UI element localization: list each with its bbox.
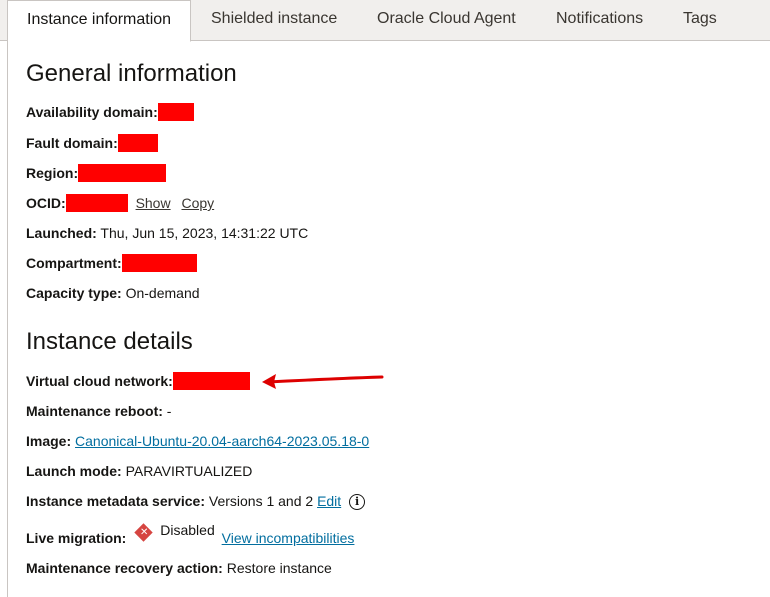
redacted-value <box>121 254 197 273</box>
maintenance-recovery-label: Maintenance recovery action: <box>26 560 223 576</box>
panel-border <box>7 41 8 597</box>
availability-domain-row: Availability domain: <box>26 102 194 122</box>
capacity-type-value: On-demand <box>125 285 200 301</box>
ocid-row: OCID: Show Copy <box>26 193 214 213</box>
capacity-type-row: Capacity type: On-demand <box>26 283 200 303</box>
general-information-heading: General information <box>26 60 237 87</box>
vcn-label: Virtual cloud network: <box>26 373 173 389</box>
disabled-diamond-icon: ✕ <box>134 523 154 543</box>
redacted-value <box>172 372 250 391</box>
redacted-value <box>157 103 194 122</box>
fault-domain-label: Fault domain: <box>26 135 118 151</box>
launched-label: Launched: <box>26 225 97 241</box>
ocid-label: OCID: <box>26 195 66 211</box>
availability-domain-label: Availability domain: <box>26 104 158 120</box>
redacted-value <box>117 134 158 153</box>
tab-shielded-instance[interactable]: Shielded instance <box>211 0 337 41</box>
metadata-service-label: Instance metadata service: <box>26 493 205 509</box>
image-link[interactable]: Canonical-Ubuntu-20.04-aarch64-2023.05.1… <box>75 433 369 449</box>
image-label: Image: <box>26 433 72 449</box>
redacted-value <box>78 164 167 183</box>
tab-tags[interactable]: Tags <box>683 0 717 41</box>
vcn-row: Virtual cloud network: <box>26 371 250 391</box>
capacity-type-label: Capacity type: <box>26 285 122 301</box>
maintenance-reboot-label: Maintenance reboot: <box>26 403 163 419</box>
view-incompatibilities-link[interactable]: View incompatibilities <box>222 530 355 546</box>
launch-mode-value: PARAVIRTUALIZED <box>125 463 253 479</box>
maintenance-reboot-value: - <box>166 403 172 419</box>
tab-bar: Instance information Shielded instance O… <box>0 0 770 42</box>
fault-domain-row: Fault domain: <box>26 133 158 153</box>
region-label: Region: <box>26 165 79 181</box>
instance-details-heading: Instance details <box>26 328 193 355</box>
info-circle-icon[interactable]: i <box>349 494 366 511</box>
maintenance-reboot-row: Maintenance reboot: - <box>26 401 171 421</box>
ocid-copy-link[interactable]: Copy <box>181 195 214 211</box>
metadata-service-row: Instance metadata service: Versions 1 an… <box>26 491 366 511</box>
live-migration-label: Live migration: <box>26 530 127 546</box>
ocid-show-link[interactable]: Show <box>136 195 171 211</box>
compartment-label: Compartment: <box>26 255 122 271</box>
live-migration-value: Disabled <box>160 522 215 538</box>
image-row: Image: Canonical-Ubuntu-20.04-aarch64-20… <box>26 431 369 451</box>
red-arrow-icon <box>262 374 384 389</box>
tab-instance-information[interactable]: Instance information <box>7 0 192 42</box>
metadata-service-value: Versions 1 and 2 <box>208 493 314 509</box>
launch-mode-row: Launch mode: PARAVIRTUALIZED <box>26 461 252 481</box>
launched-value: Thu, Jun 15, 2023, 14:31:22 UTC <box>100 225 309 241</box>
region-row: Region: <box>26 163 167 183</box>
launched-row: Launched: Thu, Jun 15, 2023, 14:31:22 UT… <box>26 223 308 243</box>
tab-oracle-cloud-agent[interactable]: Oracle Cloud Agent <box>377 0 516 41</box>
live-migration-row: Live migration: ✕ Disabled View incompati… <box>26 522 355 548</box>
metadata-edit-link[interactable]: Edit <box>317 493 341 509</box>
tab-notifications[interactable]: Notifications <box>556 0 643 41</box>
maintenance-recovery-value: Restore instance <box>226 560 332 576</box>
maintenance-recovery-row: Maintenance recovery action: Restore ins… <box>26 558 332 578</box>
launch-mode-label: Launch mode: <box>26 463 122 479</box>
redacted-value <box>65 194 128 213</box>
compartment-row: Compartment: <box>26 253 197 273</box>
